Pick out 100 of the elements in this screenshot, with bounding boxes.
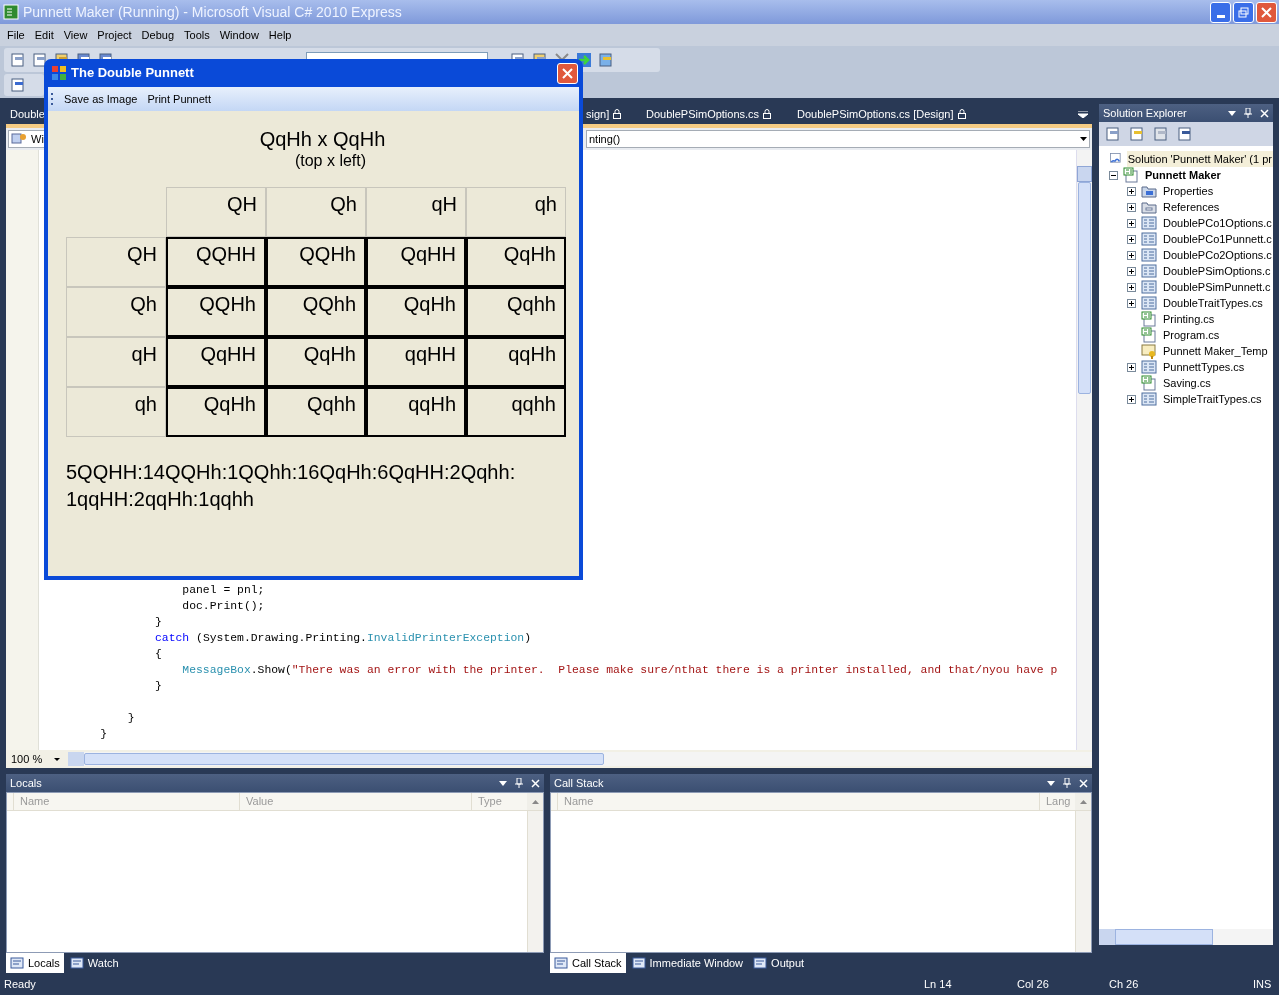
tree-item[interactable]: DoublePCo1Punnett.c xyxy=(1162,230,1273,248)
scroll-up-button[interactable] xyxy=(527,793,543,810)
tree-item[interactable]: DoubleTraitTypes.cs xyxy=(1162,294,1264,312)
expand-icon[interactable] xyxy=(1127,234,1136,244)
genotype-cell: Qqhh xyxy=(266,387,366,437)
genotype-cell: qqHH xyxy=(366,337,466,387)
close-icon[interactable] xyxy=(1260,108,1269,118)
close-button[interactable] xyxy=(557,62,578,84)
tree-item[interactable]: DoublePCo2Options.c xyxy=(1162,246,1273,264)
row-header: QH xyxy=(66,237,166,287)
lock-icon xyxy=(613,109,622,119)
document-tab[interactable]: DoublePSimOptions.cs xyxy=(646,105,797,123)
tree-item[interactable]: Solution 'Punnett Maker' (1 pr xyxy=(1126,150,1273,168)
view-code-icon[interactable] xyxy=(1177,126,1193,142)
window-icon xyxy=(10,957,24,969)
new-project-icon[interactable] xyxy=(10,52,26,68)
add-item-icon[interactable] xyxy=(32,52,48,68)
expand-icon[interactable] xyxy=(1127,282,1136,292)
pin-icon[interactable] xyxy=(515,778,523,788)
lock-icon xyxy=(763,109,772,119)
panel-tab[interactable]: Call Stack xyxy=(550,953,626,973)
tree-item[interactable]: DoublePCo1Options.c xyxy=(1162,214,1273,232)
form-file-icon xyxy=(1141,231,1157,247)
punnett-heading: QqHh x QqHh xyxy=(259,127,386,151)
tree-item[interactable]: DoublePSimOptions.c xyxy=(1162,262,1272,280)
expand-icon[interactable] xyxy=(1127,202,1136,212)
pin-icon[interactable] xyxy=(1063,778,1071,788)
dialog-title: The Double Punnett xyxy=(71,64,195,83)
tree-item[interactable]: Punnett Maker xyxy=(1144,166,1222,184)
tree-item[interactable]: PunnettTypes.cs xyxy=(1162,358,1246,376)
panel-tab[interactable]: Output xyxy=(749,953,809,973)
row-header: qh xyxy=(66,387,166,437)
expand-icon[interactable] xyxy=(1127,298,1136,308)
document-tab[interactable]: sign] xyxy=(586,105,646,123)
tree-item[interactable]: Punnett Maker_Temp xyxy=(1162,342,1269,360)
column-header: qH xyxy=(366,187,466,237)
expand-icon[interactable] xyxy=(1127,266,1136,276)
close-icon[interactable] xyxy=(1079,778,1088,788)
expand-icon[interactable] xyxy=(1127,362,1136,372)
menu-item[interactable]: Print Punnett xyxy=(147,90,211,108)
close-icon[interactable] xyxy=(531,778,540,788)
genotype-cell: QqHH xyxy=(166,337,266,387)
menu-item[interactable]: Tools xyxy=(179,24,215,46)
csharp-file-icon xyxy=(1141,375,1157,391)
list-icon[interactable] xyxy=(10,77,26,93)
status-text: Col 26 xyxy=(1017,976,1050,992)
menu-item[interactable]: Window xyxy=(214,24,264,46)
properties-icon[interactable] xyxy=(1105,126,1121,142)
menu-item[interactable]: Help xyxy=(263,24,297,46)
menu-item[interactable]: Edit xyxy=(29,24,59,46)
dropdown-icon[interactable] xyxy=(1078,110,1088,118)
windows-icon[interactable] xyxy=(598,52,614,68)
panel-tab[interactable]: Watch xyxy=(65,953,123,973)
close-button[interactable] xyxy=(1256,1,1277,23)
tree-item[interactable]: DoublePSimPunnett.c xyxy=(1162,278,1272,296)
show-all-files-icon[interactable] xyxy=(1129,126,1145,142)
member-combo[interactable]: nting() xyxy=(586,130,1090,148)
panel-tab[interactable]: Immediate Window xyxy=(627,953,748,973)
panel-title: Solution Explorer xyxy=(1103,105,1188,121)
tree-item[interactable]: Properties xyxy=(1162,182,1215,200)
minimize-button[interactable] xyxy=(1210,1,1231,23)
code-line: { xyxy=(154,647,162,662)
expand-icon[interactable] xyxy=(1127,218,1136,228)
vertical-scrollbar[interactable] xyxy=(1075,811,1091,952)
window-icon xyxy=(69,957,84,969)
scroll-up-button[interactable] xyxy=(1075,793,1091,810)
menu-item[interactable]: Save as Image xyxy=(64,90,138,108)
tree-item[interactable]: Program.cs xyxy=(1162,326,1221,344)
menu-item[interactable]: View xyxy=(58,24,93,46)
panel-tab[interactable]: Locals xyxy=(6,953,64,973)
column-header: QH xyxy=(166,187,266,237)
collapse-icon[interactable] xyxy=(1109,170,1118,180)
expand-icon[interactable] xyxy=(1127,186,1136,196)
menu-item[interactable]: File xyxy=(2,24,30,46)
document-tab[interactable]: DoublePSimOptions.cs [Design] xyxy=(797,105,1078,123)
menu-item[interactable]: Project xyxy=(92,24,137,46)
tree-item[interactable]: References xyxy=(1162,198,1221,216)
dropdown-icon[interactable] xyxy=(1047,780,1055,786)
horizontal-scrollbar[interactable] xyxy=(68,752,1092,766)
folder-icon xyxy=(1141,183,1157,199)
panel-title: Locals xyxy=(10,775,43,791)
dropdown-icon[interactable] xyxy=(499,780,507,786)
vertical-scrollbar[interactable] xyxy=(527,811,543,952)
expand-icon[interactable] xyxy=(1127,250,1136,260)
horizontal-scrollbar[interactable] xyxy=(1099,929,1273,945)
window-title: Punnett Maker (Running) - Microsoft Visual C# 2010 Express xyxy=(23,2,403,22)
status-text: Ch 26 xyxy=(1109,976,1140,992)
form-file-icon xyxy=(1141,247,1157,263)
pin-icon[interactable] xyxy=(1244,108,1252,118)
vertical-scrollbar[interactable] xyxy=(1076,150,1092,750)
up-arrow-icon xyxy=(531,799,539,804)
minimize-icon xyxy=(1216,14,1225,18)
dropdown-icon[interactable] xyxy=(1228,110,1236,116)
tree-item[interactable]: SimpleTraitTypes.cs xyxy=(1162,390,1263,408)
tree-item[interactable]: Saving.cs xyxy=(1162,374,1212,392)
restore-button[interactable] xyxy=(1233,1,1254,23)
zoom-combo[interactable]: 100 % xyxy=(6,750,64,768)
menu-item[interactable]: Debug xyxy=(136,24,180,46)
expand-icon[interactable] xyxy=(1127,394,1136,404)
tree-item[interactable]: Printing.cs xyxy=(1162,310,1216,328)
